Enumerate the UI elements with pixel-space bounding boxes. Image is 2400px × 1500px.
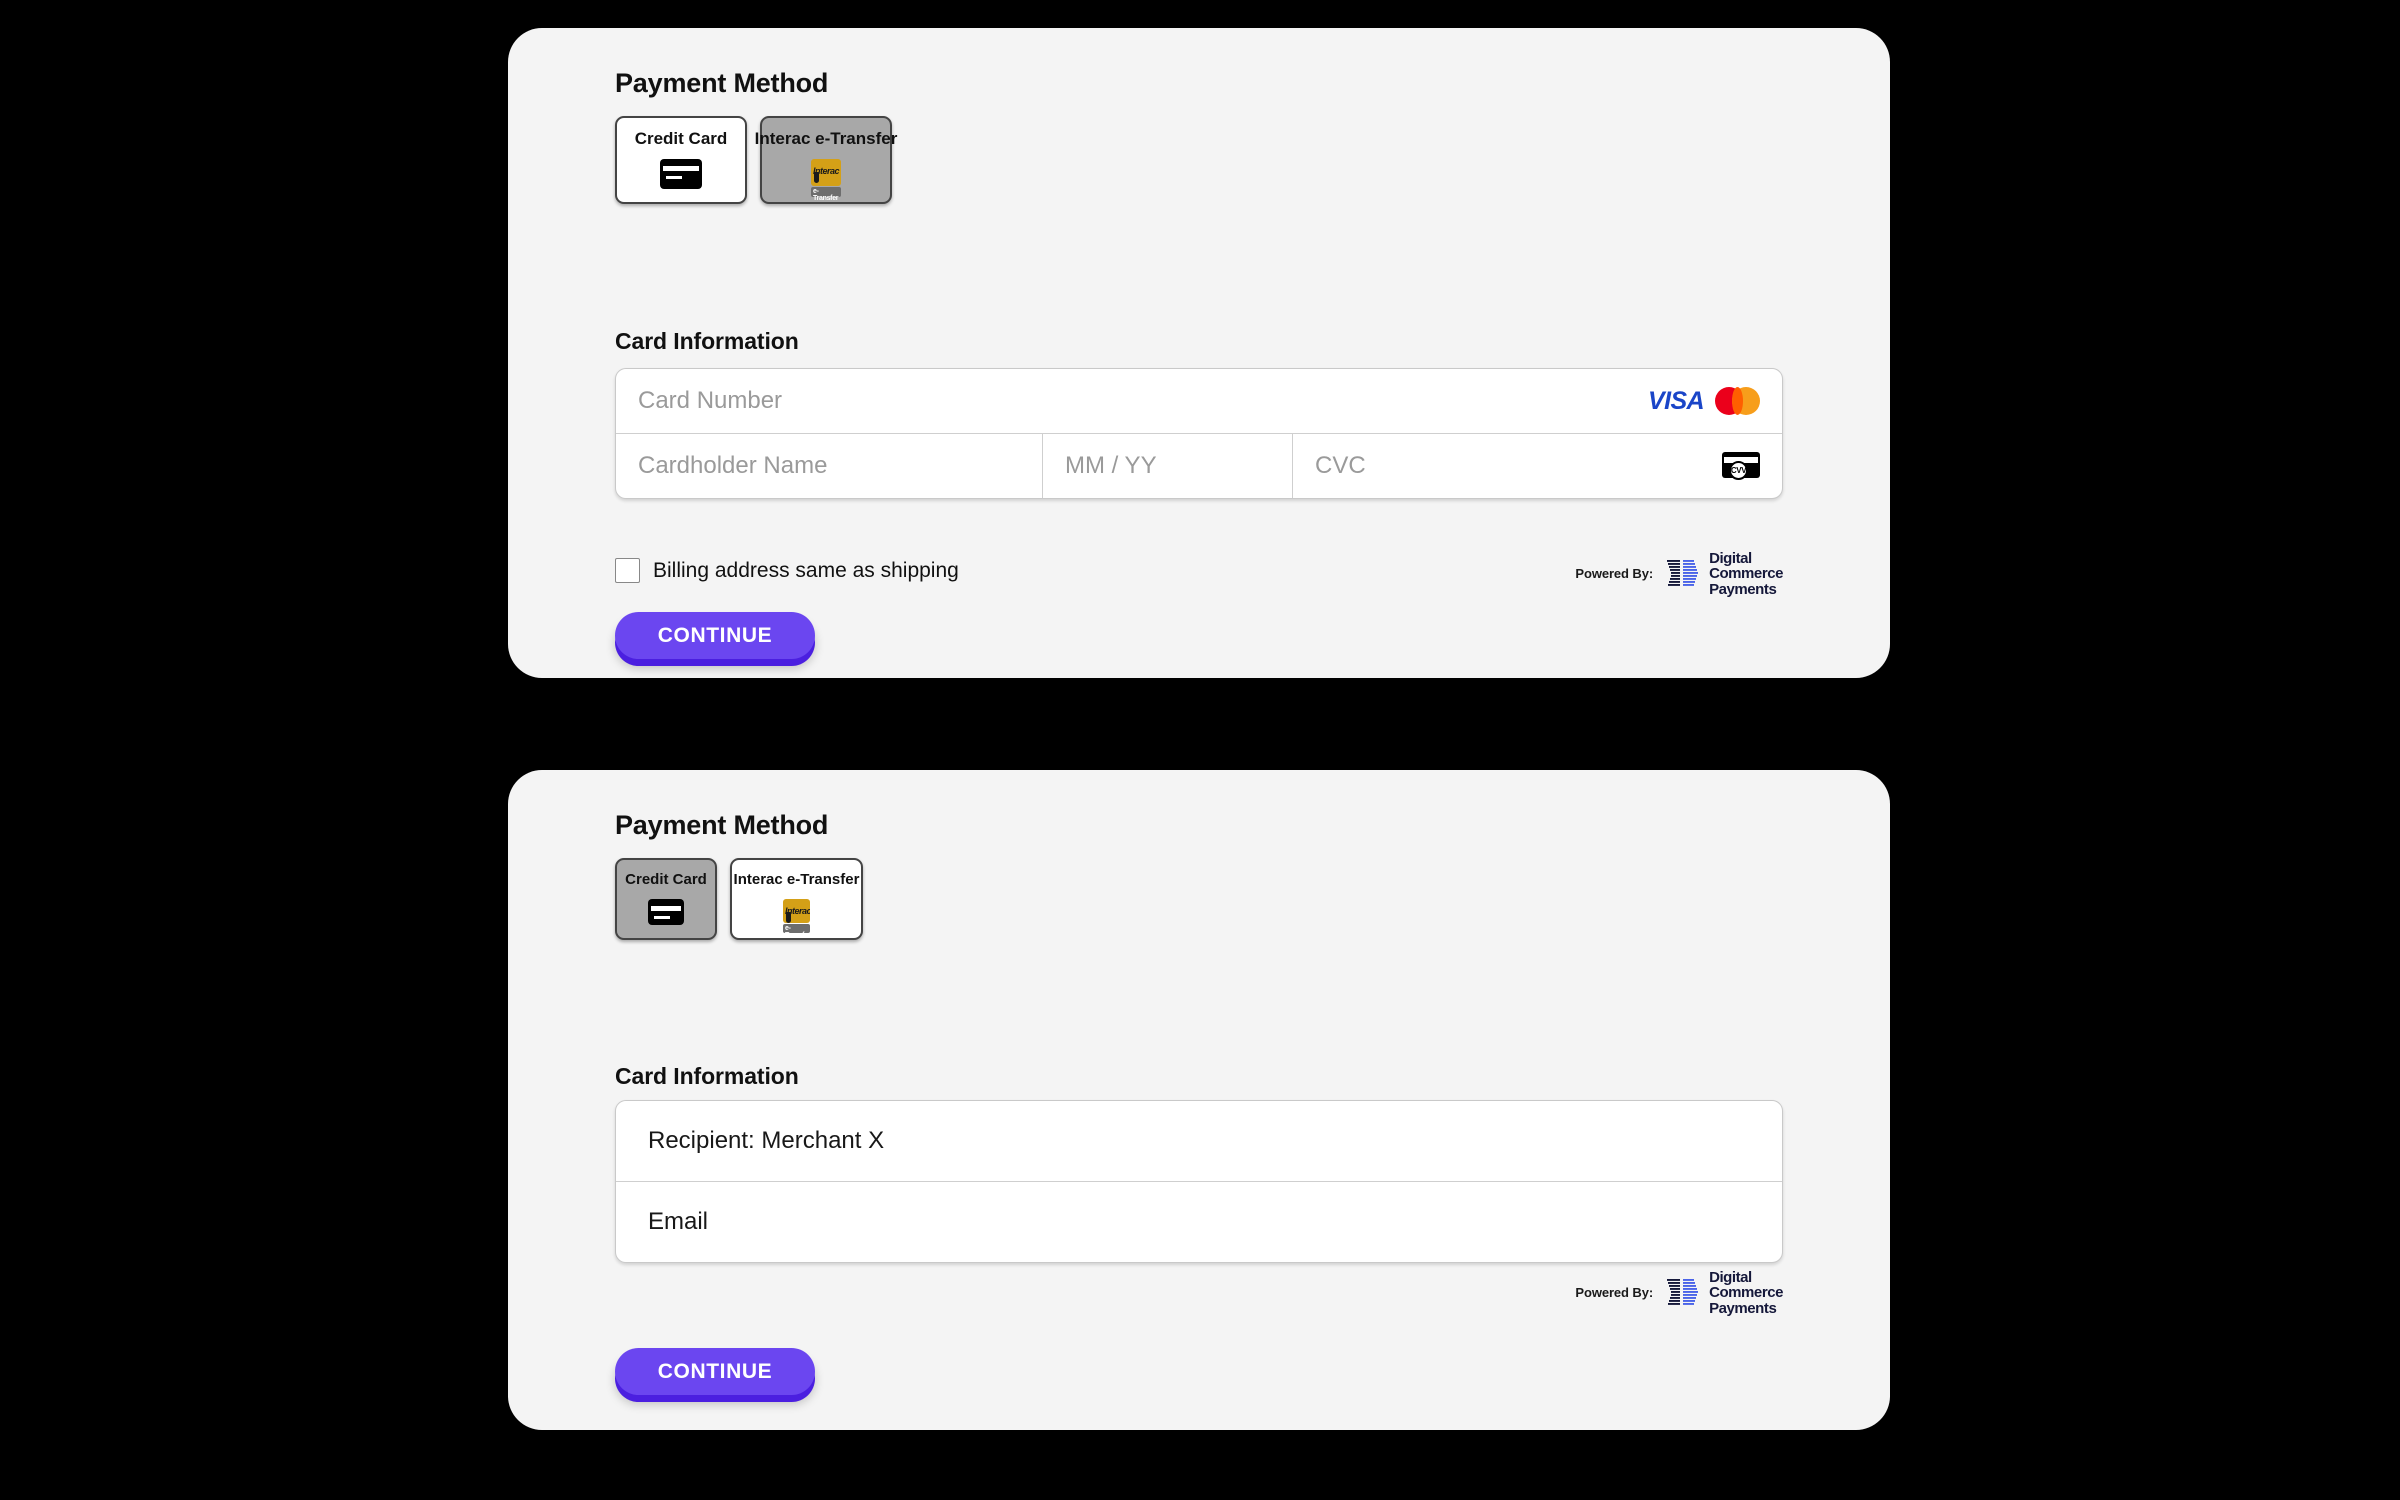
digital-commerce-payments-logo: Digital Commerce Payments bbox=[1666, 551, 1783, 597]
payment-method-tiles: Credit Card Interac e-Transfer Interac e… bbox=[615, 858, 863, 940]
checkout-card-credit-card-selected: Payment Method Credit Card Interac e-Tra… bbox=[508, 770, 1890, 1430]
billing-address-checkbox-label: Billing address same as shipping bbox=[653, 558, 959, 582]
screenshot-canvas: Payment Method Credit Card Interac e-Tra… bbox=[0, 0, 2400, 1500]
dcp-line-3: Payments bbox=[1709, 580, 1777, 598]
interac-sub-label: e-Transfer bbox=[785, 924, 811, 939]
powered-by-badge: Powered By: Digital Commerce Payments bbox=[1575, 551, 1783, 597]
payment-method-tile-interac-e-transfer[interactable]: Interac e-Transfer Interac e-Transfer bbox=[730, 858, 863, 940]
payment-method-tile-credit-card[interactable]: Credit Card bbox=[615, 116, 747, 204]
interac-e-transfer-icon: Interac e-Transfer bbox=[811, 158, 841, 202]
page-title: Payment Method bbox=[615, 810, 829, 840]
powered-by-prefix: Powered By: bbox=[1575, 1285, 1654, 1301]
email-input[interactable]: Email bbox=[616, 1182, 1782, 1262]
credit-card-icon bbox=[648, 898, 684, 925]
checkout-card-interac-selected: Payment Method Credit Card Interac e-Tra… bbox=[508, 28, 1890, 678]
dcp-line-3: Payments bbox=[1709, 1299, 1777, 1317]
interac-wordmark: Interac bbox=[785, 905, 810, 916]
recipient-input[interactable]: Recipient: Merchant X bbox=[616, 1101, 1782, 1181]
email-value: Email bbox=[648, 1208, 709, 1235]
credit-card-icon bbox=[660, 158, 702, 189]
payment-method-tile-label: Interac e-Transfer bbox=[733, 871, 860, 888]
field-row-email: Email bbox=[616, 1181, 1782, 1262]
etransfer-field-group: Recipient: Merchant X Email bbox=[615, 1100, 1783, 1263]
card-number-placeholder: Card Number bbox=[638, 387, 783, 414]
cardholder-name-placeholder: Cardholder Name bbox=[638, 452, 828, 479]
expiry-placeholder: MM / YY bbox=[1065, 452, 1157, 479]
dcp-line-2: Commerce bbox=[1709, 565, 1783, 583]
field-row-recipient: Recipient: Merchant X bbox=[616, 1101, 1782, 1181]
interac-wordmark: Interac bbox=[813, 165, 840, 176]
payment-method-tile-interac-e-transfer[interactable]: Interac e-Transfer Interac e-Transfer bbox=[755, 116, 897, 204]
page-title: Payment Method bbox=[615, 68, 829, 98]
continue-button[interactable]: CONTINUE bbox=[615, 1348, 815, 1395]
field-row-name-expiry-cvc: Cardholder Name MM / YY CVC CVV bbox=[616, 433, 1782, 498]
billing-address-checkbox[interactable] bbox=[615, 558, 640, 583]
card-information-label: Card Information bbox=[615, 1063, 799, 1089]
cvv-hint: CVV bbox=[1712, 452, 1760, 480]
powered-by-prefix: Powered By: bbox=[1575, 566, 1654, 582]
card-information-field-group: Card Number VISA Cardholder Name MM / YY… bbox=[615, 368, 1783, 499]
visa-icon: VISA bbox=[1648, 386, 1705, 415]
cvv-card-icon: CVV bbox=[1722, 452, 1760, 480]
digital-commerce-payments-logo: Digital Commerce Payments bbox=[1666, 1270, 1783, 1316]
expiry-date-input[interactable]: MM / YY bbox=[1042, 434, 1292, 498]
field-row-card-number: Card Number VISA bbox=[616, 369, 1782, 433]
recipient-value: Recipient: Merchant X bbox=[648, 1127, 885, 1154]
continue-button[interactable]: CONTINUE bbox=[615, 612, 815, 659]
cvc-placeholder: CVC bbox=[1315, 452, 1366, 479]
billing-address-checkbox-row[interactable]: Billing address same as shipping bbox=[615, 558, 959, 583]
payment-method-tile-label: Credit Card bbox=[634, 129, 728, 148]
mastercard-icon bbox=[1715, 387, 1760, 415]
interac-sub-label: e-Transfer bbox=[813, 187, 839, 202]
accepted-card-brands: VISA bbox=[1638, 387, 1760, 415]
dcp-line-1: Digital bbox=[1709, 1269, 1752, 1286]
payment-method-tile-credit-card[interactable]: Credit Card bbox=[615, 858, 717, 940]
cvv-badge-label: CVV bbox=[1729, 461, 1748, 480]
payment-method-tile-label: Credit Card bbox=[625, 871, 707, 888]
payment-method-tile-label: Interac e-Transfer bbox=[754, 129, 898, 148]
dcp-butterfly-icon bbox=[1667, 1278, 1699, 1305]
dcp-line-2: Commerce bbox=[1709, 1284, 1783, 1302]
card-information-label: Card Information bbox=[615, 328, 799, 354]
dcp-line-1: Digital bbox=[1709, 550, 1752, 567]
cvc-input[interactable]: CVC CVV bbox=[1292, 434, 1782, 498]
payment-method-tiles: Credit Card Interac e-Transfer Interac e… bbox=[615, 116, 897, 204]
powered-by-badge: Powered By: Digital Commerce Payments bbox=[1575, 1270, 1783, 1316]
card-number-input[interactable]: Card Number VISA bbox=[616, 369, 1782, 433]
dcp-butterfly-icon bbox=[1667, 559, 1699, 586]
cardholder-name-input[interactable]: Cardholder Name bbox=[616, 434, 1042, 498]
interac-e-transfer-icon: Interac e-Transfer bbox=[783, 898, 811, 939]
